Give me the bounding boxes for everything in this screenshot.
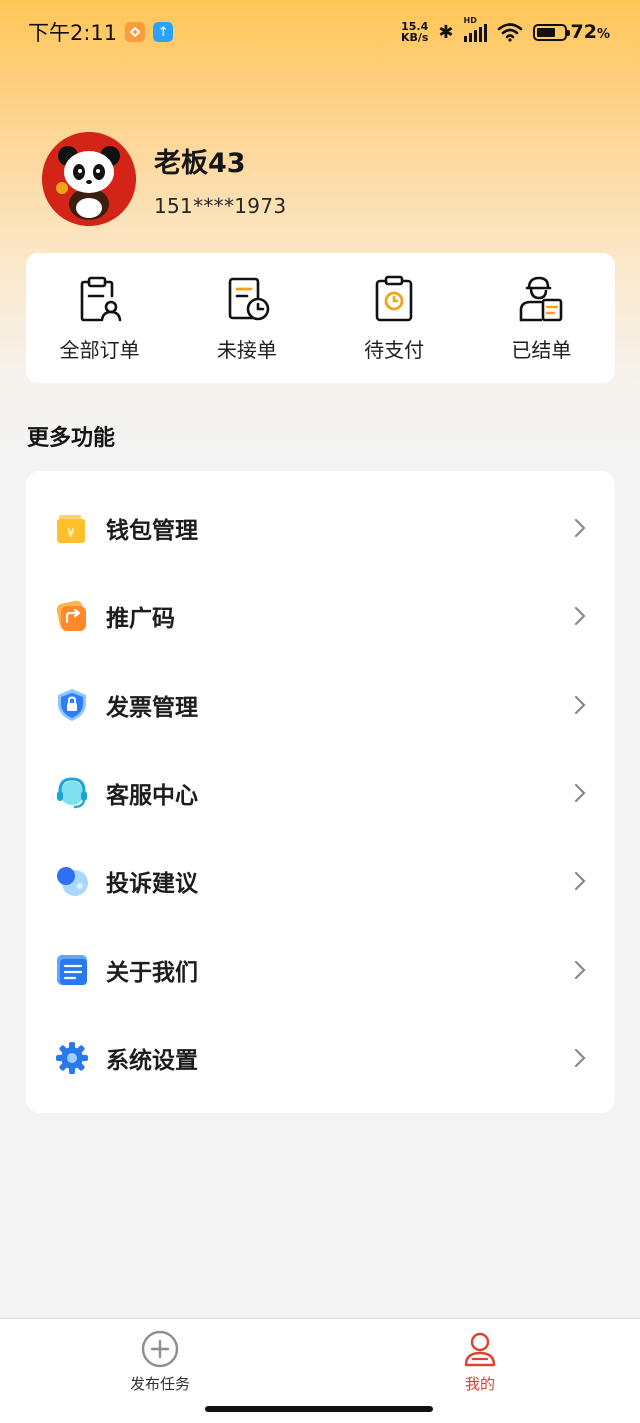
chevron-right-icon <box>574 960 586 979</box>
menu-item-feedback[interactable]: 投诉建议 <box>26 837 615 925</box>
clipboard-user-icon <box>80 276 121 321</box>
menu-item-label: 发票管理 <box>106 694 198 721</box>
status-bar: 下午2:11 ↑ 15.4 KB/s ✱ HD 72% <box>0 0 640 64</box>
order-shortcuts-card: 全部订单 未接单 待支付 已结单 <box>26 253 615 383</box>
home-indicator[interactable] <box>205 1406 433 1412</box>
menu-item-settings[interactable]: 系统设置 <box>26 1014 615 1102</box>
menu-item-label: 投诉建议 <box>106 871 198 898</box>
battery-unit: % <box>596 27 610 42</box>
svg-text:¥: ¥ <box>67 526 75 540</box>
headset-icon <box>54 775 90 811</box>
menu-item-about-us[interactable]: 关于我们 <box>26 925 615 1013</box>
info-doc-icon <box>54 952 90 988</box>
chevron-right-icon <box>574 872 586 891</box>
menu-item-label: 系统设置 <box>106 1047 198 1074</box>
user-icon <box>464 1332 496 1367</box>
order-pending-payment-button[interactable]: 待支付 <box>329 274 459 363</box>
wifi-icon <box>497 23 522 42</box>
bluetooth-icon: ✱ <box>438 21 454 43</box>
document-clock-icon <box>228 277 270 320</box>
profile-name: 老板43 <box>154 147 246 179</box>
chevron-right-icon <box>574 1048 586 1068</box>
battery-indicator: 72% <box>532 21 610 43</box>
battery-icon <box>532 23 570 41</box>
avatar[interactable] <box>42 132 136 226</box>
clipboard-clock-icon <box>375 275 413 321</box>
network-type: HD <box>463 16 477 25</box>
notification-app-icon <box>125 22 146 42</box>
signal-icon: HD <box>463 16 487 42</box>
menu-item-label: 推广码 <box>106 606 175 633</box>
profile-header[interactable]: 老板43 151****1973 <box>42 132 286 226</box>
chevron-right-icon <box>574 519 586 538</box>
tab-label: 我的 <box>464 1375 495 1393</box>
plus-circle-icon <box>141 1330 179 1368</box>
order-unaccepted-button[interactable]: 未接单 <box>182 274 312 363</box>
order-label: 未接单 <box>216 337 277 362</box>
gear-icon <box>54 1040 90 1076</box>
wallet-icon: ¥ <box>54 510 90 546</box>
status-time: 下午2:11 <box>28 21 118 45</box>
menu-item-wallet[interactable]: ¥ 钱包管理 <box>26 484 615 572</box>
shield-lock-icon <box>54 687 90 723</box>
order-label: 待支付 <box>364 337 425 362</box>
order-label: 已结单 <box>511 337 572 362</box>
menu-item-promo-code[interactable]: 推广码 <box>26 572 615 660</box>
order-completed-button[interactable]: 已结单 <box>476 274 606 363</box>
menu-item-label: 客服中心 <box>106 783 198 810</box>
chevron-right-icon <box>574 783 586 803</box>
menu-item-customer-service[interactable]: 客服中心 <box>26 749 615 837</box>
panda-avatar-icon <box>42 132 136 226</box>
share-icon <box>54 598 90 634</box>
network-speed-unit: KB/s <box>400 31 429 44</box>
header-background <box>0 0 640 460</box>
section-title-more-functions: 更多功能 <box>27 426 116 451</box>
upload-arrow-icon: ↑ <box>153 22 174 42</box>
more-functions-menu: ¥ 钱包管理 推广码 发票管理 客服中心 投诉建议 关于我们 系统设置 <box>26 471 615 1113</box>
battery-percent: 72 <box>570 21 597 43</box>
order-label: 全部订单 <box>59 337 140 362</box>
profile-phone: 151****1973 <box>154 193 287 218</box>
menu-item-label: 钱包管理 <box>106 518 198 545</box>
tab-label: 发布任务 <box>129 1375 190 1393</box>
order-all-button[interactable]: 全部订单 <box>35 274 165 363</box>
chat-bubble-icon <box>54 863 90 899</box>
menu-item-label: 关于我们 <box>106 959 198 986</box>
menu-item-invoice[interactable]: 发票管理 <box>26 661 615 749</box>
courier-icon <box>520 276 563 321</box>
chevron-right-icon <box>574 607 586 626</box>
chevron-right-icon <box>574 695 586 714</box>
network-speed: 15.4 KB/s <box>401 21 428 43</box>
